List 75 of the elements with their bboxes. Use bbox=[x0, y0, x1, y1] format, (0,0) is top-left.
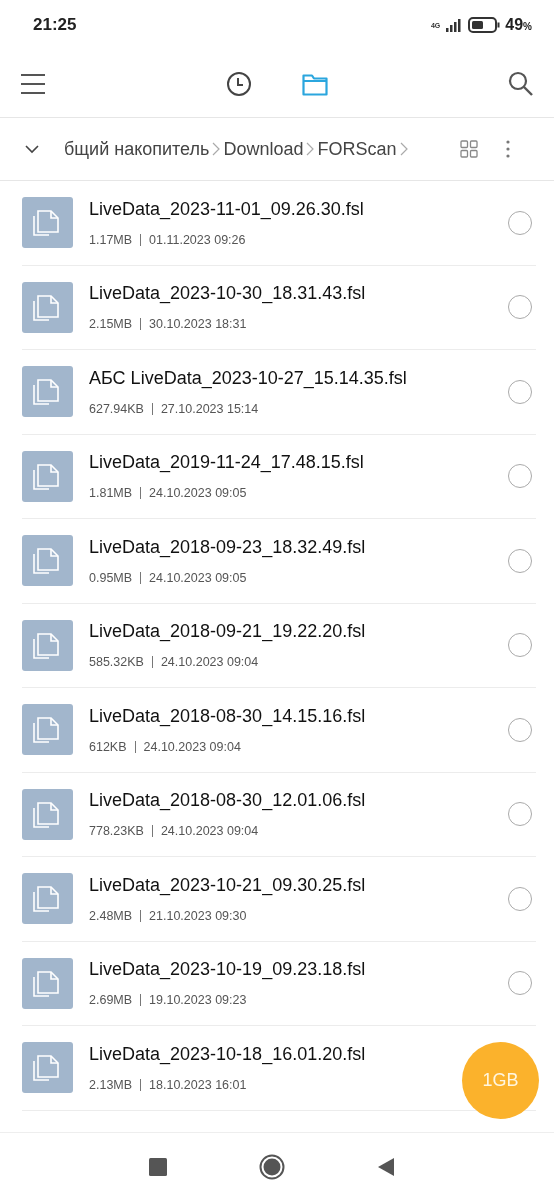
file-size: 778.23KB bbox=[89, 824, 144, 839]
file-icon bbox=[22, 1042, 73, 1094]
file-icon bbox=[22, 957, 73, 1009]
file-name[interactable]: LiveData_2023-10-18_16.01.20.fsl bbox=[89, 1043, 366, 1065]
file-name[interactable]: LiveData_2019-11-24_17.48.15.fsl bbox=[89, 452, 364, 474]
file-name[interactable]: LiveData_2018-09-23_18.32.49.fsl bbox=[89, 536, 366, 558]
file-name[interactable]: LiveData_2023-10-30_18.31.43.fsl bbox=[89, 283, 366, 305]
folder-tab[interactable] bbox=[302, 71, 328, 96]
separator-bar bbox=[151, 656, 153, 669]
breadcrumb-item[interactable]: FORScan bbox=[317, 138, 397, 160]
file-size: 1.17MB bbox=[89, 232, 133, 247]
file-icon bbox=[22, 197, 73, 249]
separator-bar bbox=[140, 318, 142, 331]
separator-bar bbox=[151, 402, 153, 415]
more-icon[interactable] bbox=[506, 140, 510, 158]
file-name[interactable]: LiveData_2023-11-01_09.26.30.fsl bbox=[89, 198, 364, 220]
file-icon bbox=[22, 366, 73, 418]
separator-bar bbox=[140, 487, 142, 500]
signal-icon bbox=[445, 18, 464, 32]
file-icon bbox=[22, 450, 73, 502]
separator-bar bbox=[140, 1078, 142, 1091]
battery-icon bbox=[468, 17, 501, 33]
chevron-right-icon bbox=[399, 142, 408, 156]
file-size: 627.94KB bbox=[89, 401, 144, 416]
clock-time: 21:25 bbox=[33, 15, 77, 35]
file-date: 24.10.2023 09:04 bbox=[160, 824, 259, 839]
file-name[interactable]: АБС LiveData_2023-10-27_15.14.35.fsl bbox=[89, 367, 407, 389]
file-icon bbox=[22, 619, 73, 671]
separator-bar bbox=[140, 909, 142, 922]
file-size: 2.13MB bbox=[89, 1077, 133, 1092]
menu-icon[interactable] bbox=[20, 72, 46, 95]
file-name[interactable]: LiveData_2023-10-19_09.23.18.fsl bbox=[89, 959, 366, 981]
file-date: 19.10.2023 09:23 bbox=[149, 993, 247, 1008]
file-date: 18.10.2023 16:01 bbox=[149, 1077, 247, 1092]
file-name[interactable]: LiveData_2018-09-21_19.22.20.fsl bbox=[89, 621, 366, 643]
file-size: 2.69MB bbox=[89, 993, 133, 1008]
file-size: 585.32KB bbox=[89, 655, 144, 670]
separator-bar bbox=[151, 825, 153, 838]
grid-view-icon[interactable] bbox=[460, 140, 478, 158]
recents-icon[interactable] bbox=[149, 1157, 167, 1176]
file-size: 612KB bbox=[89, 739, 127, 754]
file-icon bbox=[22, 704, 73, 756]
separator-bar bbox=[140, 233, 142, 246]
file-date: 27.10.2023 15:14 bbox=[160, 401, 259, 416]
file-icon bbox=[22, 788, 73, 840]
file-date: 24.10.2023 09:05 bbox=[149, 486, 247, 501]
file-date: 21.10.2023 09:30 bbox=[149, 908, 247, 923]
file-icon bbox=[22, 281, 73, 333]
separator-bar bbox=[140, 994, 142, 1007]
file-size: 0.95MB bbox=[89, 570, 133, 585]
chevron-down-icon[interactable] bbox=[24, 144, 40, 154]
chevron-right-icon bbox=[306, 142, 315, 156]
chevron-right-icon bbox=[212, 142, 221, 156]
breadcrumb-item[interactable]: Download bbox=[223, 138, 304, 160]
file-size: 1.81MB bbox=[89, 486, 133, 501]
file-date: 24.10.2023 09:05 bbox=[149, 570, 247, 585]
clock-tab[interactable] bbox=[226, 70, 252, 97]
file-size: 2.15MB bbox=[89, 317, 133, 332]
separator-bar bbox=[134, 740, 136, 753]
back-icon[interactable] bbox=[377, 1156, 395, 1177]
file-size: 2.48MB bbox=[89, 908, 133, 923]
home-icon[interactable] bbox=[259, 1153, 285, 1180]
separator-bar bbox=[140, 571, 142, 584]
file-date: 24.10.2023 09:04 bbox=[143, 739, 241, 754]
breadcrumb-item[interactable]: бщий накопитель bbox=[64, 138, 210, 160]
search-icon[interactable] bbox=[508, 70, 534, 97]
file-date: 01.11.2023 09:26 bbox=[149, 232, 246, 247]
file-date: 30.10.2023 18:31 bbox=[149, 317, 247, 332]
file-date: 24.10.2023 09:04 bbox=[160, 655, 259, 670]
file-icon bbox=[22, 873, 73, 925]
file-name[interactable]: LiveData_2023-10-21_09.30.25.fsl bbox=[89, 874, 366, 896]
file-icon bbox=[22, 535, 73, 587]
file-name[interactable]: LiveData_2018-08-30_12.01.06.fsl bbox=[89, 790, 366, 812]
file-name[interactable]: LiveData_2018-08-30_14.15.16.fsl bbox=[89, 705, 366, 727]
battery-percent: 49% bbox=[505, 16, 532, 34]
